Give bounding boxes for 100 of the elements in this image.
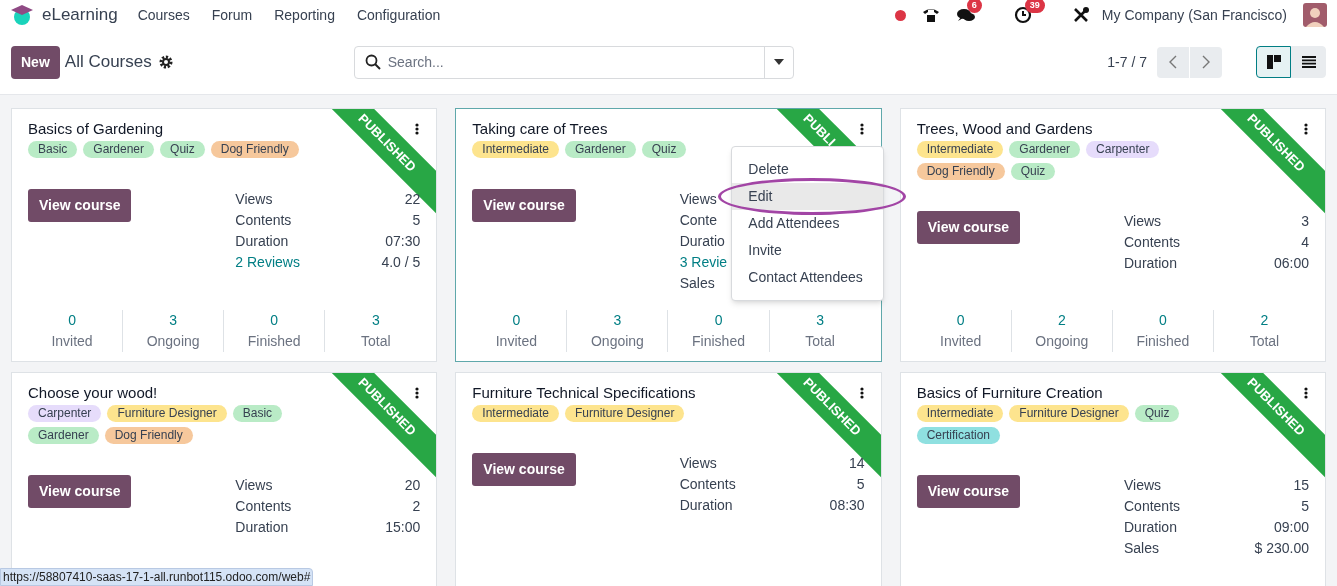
course-tag: Intermediate xyxy=(472,141,560,158)
stat-value: 08:30 xyxy=(829,496,865,515)
stat-label: Contents xyxy=(679,475,736,494)
reviews-link[interactable]: 2 Reviews xyxy=(235,252,300,273)
stat-label: Views xyxy=(679,190,717,209)
clock-icon[interactable] xyxy=(1013,6,1032,24)
phone-icon[interactable] xyxy=(921,6,940,24)
stat-label: Views xyxy=(1124,476,1162,495)
count-value[interactable]: 0 xyxy=(68,310,76,331)
course-title[interactable]: Basics of Furniture Creation xyxy=(916,385,1103,401)
stat-value: $ 230.00 xyxy=(1254,539,1309,558)
course-tag: Dog Friendly xyxy=(210,141,299,158)
count-label: Ongoing xyxy=(1035,332,1089,351)
course-tag: Certification xyxy=(916,427,1000,444)
activity-count-badge: 39 xyxy=(1024,0,1045,13)
course-tag: Furniture Designer xyxy=(565,405,685,422)
menu-item[interactable]: Configuration xyxy=(356,4,441,26)
stat-label: Contents xyxy=(1124,233,1181,252)
course-title[interactable]: Taking care of Trees xyxy=(472,121,608,137)
view-course-button[interactable]: View course xyxy=(916,475,1021,508)
course-tag: Quiz xyxy=(1010,163,1056,180)
menu-item[interactable]: Courses xyxy=(137,4,190,26)
course-tag: Dog Friendly xyxy=(916,163,1005,180)
menu-item[interactable]: Forum xyxy=(211,4,253,26)
count-value[interactable]: 0 xyxy=(270,310,279,331)
course-tag: Intermediate xyxy=(916,405,1004,422)
stat-label: Conte xyxy=(679,211,717,230)
menu-option[interactable]: Contact Attendees xyxy=(732,264,884,291)
stat-value: 20 xyxy=(404,476,421,495)
count-value[interactable]: 0 xyxy=(714,310,723,331)
view-course-button[interactable]: View course xyxy=(28,189,132,222)
list-view-button[interactable] xyxy=(1291,46,1326,78)
count-value[interactable]: 3 xyxy=(613,310,622,331)
kanban-icon xyxy=(1266,55,1281,69)
chat-icon[interactable] xyxy=(955,6,976,24)
count-value[interactable]: 3 xyxy=(816,310,824,331)
view-course-button[interactable]: View course xyxy=(472,189,576,222)
count-value[interactable]: 0 xyxy=(512,310,521,331)
avatar-icon[interactable] xyxy=(1303,3,1327,27)
count-value[interactable]: 3 xyxy=(371,310,380,331)
course-tag: Carpenter xyxy=(28,405,102,422)
new-button[interactable]: New xyxy=(11,45,60,79)
view-course-button[interactable]: View course xyxy=(472,453,576,486)
course-title[interactable]: Trees, Wood and Gardens xyxy=(916,121,1093,137)
reviews-link[interactable]: 3 Revie xyxy=(679,252,728,273)
menu-option[interactable]: Delete xyxy=(732,156,884,183)
course-tag: Basic xyxy=(28,141,78,158)
count-label: Finished xyxy=(1136,332,1190,351)
count-value[interactable]: 2 xyxy=(1260,310,1269,331)
menu-option[interactable]: Edit xyxy=(732,183,884,210)
kebab-menu-icon[interactable] xyxy=(1304,123,1308,135)
stat-label: Views xyxy=(679,454,717,473)
chevron-left-icon xyxy=(1169,55,1177,69)
tools-icon[interactable] xyxy=(1071,6,1090,24)
stat-value: 4 xyxy=(1301,233,1309,252)
count-value[interactable]: 2 xyxy=(1057,310,1066,331)
menu-option[interactable]: Invite xyxy=(732,237,884,264)
count-value[interactable]: 0 xyxy=(1158,310,1167,331)
stat-label: Contents xyxy=(235,211,292,230)
course-title[interactable]: Furniture Technical Specifications xyxy=(472,385,696,401)
stat-value: 09:00 xyxy=(1273,518,1309,537)
course-title[interactable]: Basics of Gardening xyxy=(28,121,164,137)
course-tag: Carpenter xyxy=(1086,141,1160,158)
search-box[interactable]: Search... xyxy=(353,45,794,79)
stat-value: 15:00 xyxy=(385,518,421,537)
stat-label: Views xyxy=(235,190,273,209)
app-name[interactable]: eLearning xyxy=(42,2,118,28)
kebab-menu-icon[interactable] xyxy=(859,123,864,135)
stat-label: Contents xyxy=(1124,497,1181,516)
kebab-menu-icon[interactable] xyxy=(1304,387,1308,399)
count-label: Invited xyxy=(495,332,537,351)
menu-option[interactable]: Add Attendees xyxy=(732,210,884,237)
stat-label: Duration xyxy=(235,232,289,251)
course-tag: Intermediate xyxy=(916,141,1004,158)
count-value[interactable]: 3 xyxy=(169,310,177,331)
status-url: https://58807410-saas-17-1-all.runbot115.odoo.com/web# xyxy=(0,568,314,586)
course-tag: Basic xyxy=(232,405,283,422)
count-label: Finished xyxy=(247,332,301,351)
course-tag: Gardener xyxy=(1009,141,1081,158)
course-title[interactable]: Choose your wood! xyxy=(28,385,158,401)
count-label: Total xyxy=(361,332,391,351)
menu-item[interactable]: Reporting xyxy=(274,4,335,26)
count-value[interactable]: 0 xyxy=(956,310,965,331)
kebab-menu-icon[interactable] xyxy=(415,387,420,399)
kebab-menu-icon[interactable] xyxy=(859,387,864,399)
stat-value: 3 xyxy=(1301,212,1309,231)
graduation-cap-icon xyxy=(10,3,34,27)
stat-value: 4.0 / 5 xyxy=(381,253,421,272)
view-course-button[interactable]: View course xyxy=(28,475,132,508)
view-course-button[interactable]: View course xyxy=(916,211,1021,244)
kanban-view-button[interactable] xyxy=(1256,46,1291,78)
stat-label: Duratio xyxy=(679,232,725,251)
search-field[interactable]: Search... xyxy=(387,46,764,78)
stat-value: 22 xyxy=(404,190,421,209)
stat-label: Duration xyxy=(235,518,289,537)
course-tag: Gardener xyxy=(28,427,99,444)
company-name[interactable]: My Company (San Francisco) xyxy=(1101,4,1287,26)
gear-icon[interactable] xyxy=(158,55,173,69)
kebab-menu-icon[interactable] xyxy=(415,123,420,135)
stat-label: Duration xyxy=(679,496,733,515)
